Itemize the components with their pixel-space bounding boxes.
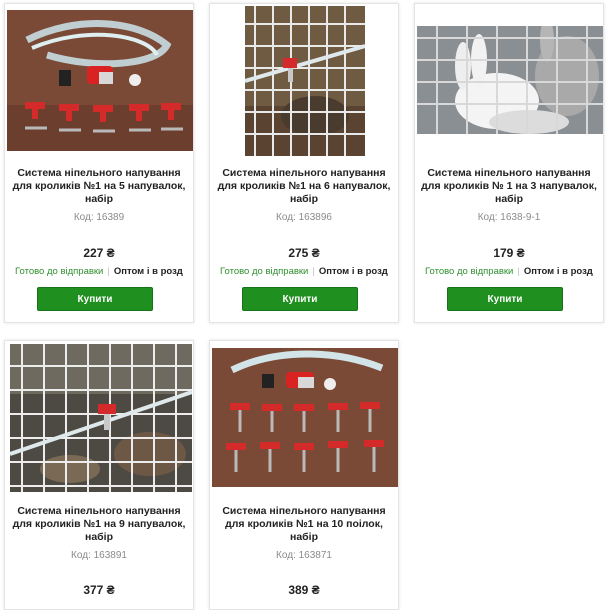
product-price: 275 ₴ <box>288 246 320 260</box>
product-title[interactable]: Система нiпельного напування для кроликі… <box>216 505 392 544</box>
product-card[interactable]: Система нiпельного напування для кроликі… <box>4 340 194 610</box>
separator: | <box>312 266 315 277</box>
product-image[interactable] <box>417 26 603 134</box>
product-price: 377 ₴ <box>83 583 115 597</box>
product-code: Код: 163896 <box>276 212 332 223</box>
availability-row: Готово до відправки | Оптом і в розд <box>220 266 388 277</box>
ready-status: Готово до відправки <box>425 266 514 277</box>
product-image[interactable] <box>212 348 398 487</box>
wholesale-info: Оптом і в розд <box>523 266 593 277</box>
wholesale-info: Оптом і в розд <box>318 266 388 277</box>
wholesale-info: Оптом і в розд <box>113 266 183 277</box>
product-title[interactable]: Система нiпельного напування для кроликі… <box>11 167 187 206</box>
product-title[interactable]: Система нiпельного напування для кроликі… <box>216 167 392 206</box>
product-code: Код: 163891 <box>71 550 127 561</box>
buy-button[interactable]: Купити <box>242 287 358 311</box>
ready-status: Готово до відправки <box>15 266 104 277</box>
availability-row: Готово до відправки | Оптом і в розд <box>425 266 593 277</box>
product-image[interactable] <box>245 6 365 156</box>
product-price: 389 ₴ <box>288 583 320 597</box>
separator: | <box>107 266 110 277</box>
product-card[interactable]: Система нiпельного напування для кроликі… <box>4 3 194 323</box>
product-image[interactable] <box>10 344 192 492</box>
product-price: 179 ₴ <box>493 246 525 260</box>
buy-button[interactable]: Купити <box>447 287 563 311</box>
product-code: Код: 1638-9-1 <box>477 212 541 223</box>
product-title[interactable]: Система нiпельного напування для кроликі… <box>11 505 187 544</box>
product-code: Код: 16389 <box>73 212 125 223</box>
availability-row: Готово до відправки | Оптом і в розд <box>15 266 183 277</box>
product-card[interactable]: Система нiпельного напування для кроликі… <box>414 3 604 323</box>
product-code: Код: 163871 <box>276 550 332 561</box>
buy-button[interactable]: Купити <box>37 287 153 311</box>
ready-status: Готово до відправки <box>220 266 309 277</box>
separator: | <box>517 266 520 277</box>
product-image[interactable] <box>7 10 193 151</box>
product-card[interactable]: Система нiпельного напування для кроликі… <box>209 3 399 323</box>
product-price: 227 ₴ <box>83 246 115 260</box>
product-title[interactable]: Система нiпельного напування для кроликі… <box>421 167 597 206</box>
product-card[interactable]: Система нiпельного напування для кроликі… <box>209 340 399 610</box>
